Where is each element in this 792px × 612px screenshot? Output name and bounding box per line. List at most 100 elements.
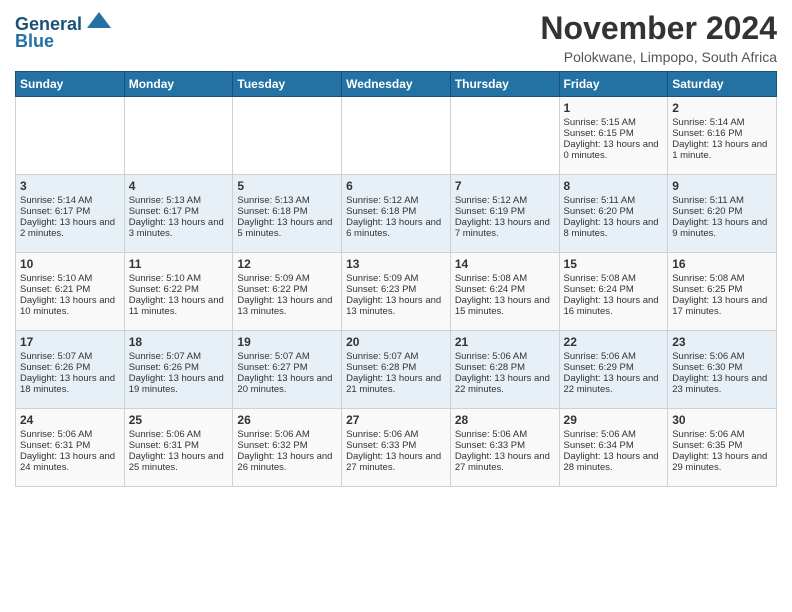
daylight-text: Daylight: 13 hours and 25 minutes. xyxy=(129,451,229,473)
calendar-cell xyxy=(16,97,125,175)
sunrise-text: Sunrise: 5:06 AM xyxy=(564,351,664,362)
day-number: 13 xyxy=(346,257,446,271)
sunrise-text: Sunrise: 5:10 AM xyxy=(129,273,229,284)
daylight-text: Daylight: 13 hours and 17 minutes. xyxy=(672,295,772,317)
calendar-cell xyxy=(450,97,559,175)
daylight-text: Daylight: 13 hours and 13 minutes. xyxy=(346,295,446,317)
daylight-text: Daylight: 13 hours and 22 minutes. xyxy=(564,373,664,395)
calendar-container: General Blue November 2024 Polokwane, Li… xyxy=(0,0,792,497)
sunset-text: Sunset: 6:28 PM xyxy=(455,362,555,373)
day-number: 8 xyxy=(564,179,664,193)
sunset-text: Sunset: 6:20 PM xyxy=(564,206,664,217)
day-number: 11 xyxy=(129,257,229,271)
calendar-cell: 20Sunrise: 5:07 AMSunset: 6:28 PMDayligh… xyxy=(342,331,451,409)
sunset-text: Sunset: 6:23 PM xyxy=(346,284,446,295)
day-number: 29 xyxy=(564,413,664,427)
calendar-cell: 6Sunrise: 5:12 AMSunset: 6:18 PMDaylight… xyxy=(342,175,451,253)
title-block: November 2024 Polokwane, Limpopo, South … xyxy=(540,10,777,65)
day-number: 1 xyxy=(564,101,664,115)
daylight-text: Daylight: 13 hours and 15 minutes. xyxy=(455,295,555,317)
header-monday: Monday xyxy=(124,72,233,97)
calendar-cell: 8Sunrise: 5:11 AMSunset: 6:20 PMDaylight… xyxy=(559,175,668,253)
sunrise-text: Sunrise: 5:06 AM xyxy=(672,351,772,362)
day-number: 12 xyxy=(237,257,337,271)
calendar-cell: 22 Sunrise: 5:06 AMSunset: 6:29 PMDayligh… xyxy=(559,331,668,409)
daylight-text: Daylight: 13 hours and 3 minutes. xyxy=(129,217,229,239)
calendar-week-4: 17Sunrise: 5:07 AMSunset: 6:26 PMDayligh… xyxy=(16,331,777,409)
sunrise-text: Sunrise: 5:14 AM xyxy=(672,117,772,128)
sunrise-text: Sunrise: 5:06 AM xyxy=(672,429,772,440)
sunset-text: Sunset: 6:32 PM xyxy=(237,440,337,451)
sunrise-text: Sunrise: 5:06 AM xyxy=(455,351,555,362)
sunrise-text: Sunrise: 5:07 AM xyxy=(237,351,337,362)
calendar-week-3: 10Sunrise: 5:10 AMSunset: 6:21 PMDayligh… xyxy=(16,253,777,331)
calendar-cell: 28Sunrise: 5:06 AMSunset: 6:33 PMDayligh… xyxy=(450,409,559,487)
sunset-text: Sunset: 6:19 PM xyxy=(455,206,555,217)
header: General Blue November 2024 Polokwane, Li… xyxy=(15,10,777,65)
calendar-cell: 7Sunrise: 5:12 AMSunset: 6:19 PMDaylight… xyxy=(450,175,559,253)
sunset-text: Sunset: 6:28 PM xyxy=(346,362,446,373)
sunset-text: Sunset: 6:22 PM xyxy=(129,284,229,295)
sunset-text: Sunset: 6:34 PM xyxy=(564,440,664,451)
sunset-text: Sunset: 6:24 PM xyxy=(564,284,664,295)
logo-text: General Blue xyxy=(15,14,113,52)
daylight-text: Daylight: 13 hours and 23 minutes. xyxy=(672,373,772,395)
sunset-text: Sunset: 6:15 PM xyxy=(564,128,664,139)
sunrise-text: Sunrise: 5:07 AM xyxy=(129,351,229,362)
calendar-week-2: 3Sunrise: 5:14 AMSunset: 6:17 PMDaylight… xyxy=(16,175,777,253)
sunset-text: Sunset: 6:24 PM xyxy=(455,284,555,295)
calendar-cell: 10Sunrise: 5:10 AMSunset: 6:21 PMDayligh… xyxy=(16,253,125,331)
day-number: 5 xyxy=(237,179,337,193)
sunset-text: Sunset: 6:29 PM xyxy=(564,362,664,373)
day-number: 14 xyxy=(455,257,555,271)
daylight-text: Daylight: 13 hours and 5 minutes. xyxy=(237,217,337,239)
daylight-text: Daylight: 13 hours and 9 minutes. xyxy=(672,217,772,239)
sunset-text: Sunset: 6:22 PM xyxy=(237,284,337,295)
sunrise-text: Sunrise: 5:06 AM xyxy=(455,429,555,440)
calendar-cell: 1Sunrise: 5:15 AMSunset: 6:15 PMDaylight… xyxy=(559,97,668,175)
sunset-text: Sunset: 6:27 PM xyxy=(237,362,337,373)
daylight-text: Daylight: 13 hours and 7 minutes. xyxy=(455,217,555,239)
sunrise-text: Sunrise: 5:12 AM xyxy=(455,195,555,206)
sunrise-text: Sunrise: 5:07 AM xyxy=(346,351,446,362)
sunset-text: Sunset: 6:26 PM xyxy=(129,362,229,373)
daylight-text: Daylight: 13 hours and 26 minutes. xyxy=(237,451,337,473)
day-number: 19 xyxy=(237,335,337,349)
calendar-cell: 2Sunrise: 5:14 AMSunset: 6:16 PMDaylight… xyxy=(668,97,777,175)
calendar-cell: 4Sunrise: 5:13 AMSunset: 6:17 PMDaylight… xyxy=(124,175,233,253)
sunset-text: Sunset: 6:21 PM xyxy=(20,284,120,295)
day-number: 21 xyxy=(455,335,555,349)
calendar-cell: 17Sunrise: 5:07 AMSunset: 6:26 PMDayligh… xyxy=(16,331,125,409)
sunrise-text: Sunrise: 5:06 AM xyxy=(564,429,664,440)
daylight-text: Daylight: 13 hours and 18 minutes. xyxy=(20,373,120,395)
calendar-cell: 13 Sunrise: 5:09 AMSunset: 6:23 PMDayligh… xyxy=(342,253,451,331)
calendar-cell: 11 Sunrise: 5:10 AMSunset: 6:22 PMDayligh… xyxy=(124,253,233,331)
sunset-text: Sunset: 6:20 PM xyxy=(672,206,772,217)
sunset-text: Sunset: 6:18 PM xyxy=(237,206,337,217)
logo-icon xyxy=(85,10,113,32)
sunrise-text: Sunrise: 5:08 AM xyxy=(455,273,555,284)
day-number: 28 xyxy=(455,413,555,427)
daylight-text: Daylight: 13 hours and 2 minutes. xyxy=(20,217,120,239)
header-saturday: Saturday xyxy=(668,72,777,97)
daylight-text: Daylight: 13 hours and 1 minute. xyxy=(672,139,772,161)
daylight-text: Daylight: 13 hours and 22 minutes. xyxy=(455,373,555,395)
daylight-text: Daylight: 13 hours and 11 minutes. xyxy=(129,295,229,317)
header-tuesday: Tuesday xyxy=(233,72,342,97)
sunrise-text: Sunrise: 5:12 AM xyxy=(346,195,446,206)
day-number: 26 xyxy=(237,413,337,427)
sunrise-text: Sunrise: 5:14 AM xyxy=(20,195,120,206)
day-number: 24 xyxy=(20,413,120,427)
calendar-cell: 3Sunrise: 5:14 AMSunset: 6:17 PMDaylight… xyxy=(16,175,125,253)
day-number: 4 xyxy=(129,179,229,193)
calendar-cell: 29Sunrise: 5:06 AMSunset: 6:34 PMDayligh… xyxy=(559,409,668,487)
day-number: 22 xyxy=(564,335,664,349)
sunrise-text: Sunrise: 5:09 AM xyxy=(346,273,446,284)
calendar-cell: 27Sunrise: 5:06 AMSunset: 6:33 PMDayligh… xyxy=(342,409,451,487)
daylight-text: Daylight: 13 hours and 27 minutes. xyxy=(455,451,555,473)
sunset-text: Sunset: 6:26 PM xyxy=(20,362,120,373)
day-number: 16 xyxy=(672,257,772,271)
header-friday: Friday xyxy=(559,72,668,97)
sunset-text: Sunset: 6:17 PM xyxy=(129,206,229,217)
day-number: 15 xyxy=(564,257,664,271)
